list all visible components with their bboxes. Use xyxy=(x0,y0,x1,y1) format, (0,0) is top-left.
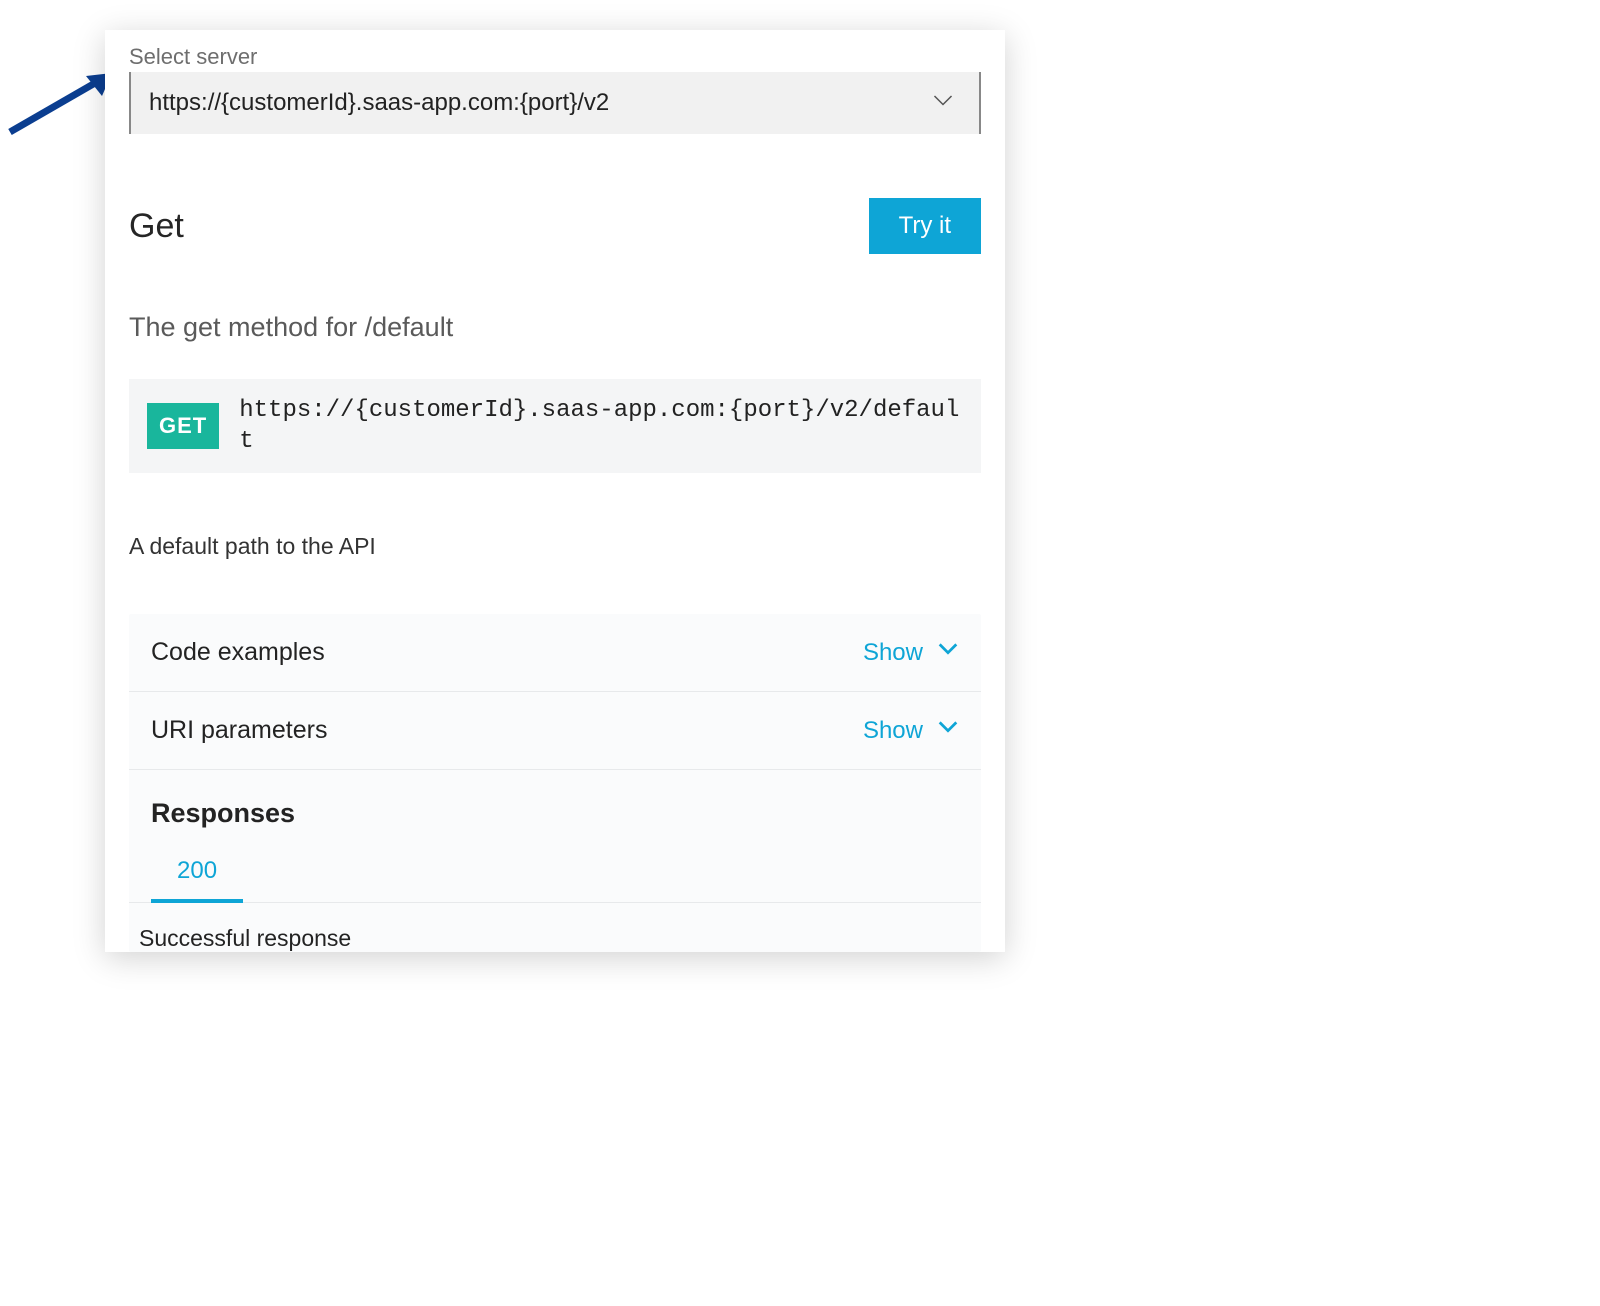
show-label: Show xyxy=(863,717,923,745)
responses-heading: Responses xyxy=(129,770,981,839)
chevron-down-icon xyxy=(937,638,959,667)
annotation-arrow-icon xyxy=(0,70,120,140)
server-select-label: Select server xyxy=(129,44,981,70)
chevron-down-icon xyxy=(937,716,959,745)
show-label: Show xyxy=(863,639,923,667)
server-select-value: https://{customerId}.saas-app.com:{port}… xyxy=(149,89,609,117)
accordion: Code examples Show URI parameters Show xyxy=(129,614,981,952)
code-examples-toggle: Show xyxy=(863,638,959,667)
uri-parameters-row[interactable]: URI parameters Show xyxy=(129,692,981,770)
operation-title: Get xyxy=(129,207,184,246)
chevron-down-icon xyxy=(931,89,955,118)
endpoint-box: GET https://{customerId}.saas-app.com:{p… xyxy=(129,379,981,473)
try-it-button[interactable]: Try it xyxy=(869,198,981,254)
uri-parameters-label: URI parameters xyxy=(151,716,327,745)
http-method-badge: GET xyxy=(147,403,219,449)
response-tab-200[interactable]: 200 xyxy=(151,857,243,903)
uri-parameters-toggle: Show xyxy=(863,716,959,745)
code-examples-row[interactable]: Code examples Show xyxy=(129,614,981,692)
api-method-panel: Select server https://{customerId}.saas-… xyxy=(105,30,1005,952)
server-select[interactable]: https://{customerId}.saas-app.com:{port}… xyxy=(129,72,981,134)
code-examples-label: Code examples xyxy=(151,638,325,667)
operation-description: A default path to the API xyxy=(129,533,981,560)
response-description: Successful response xyxy=(129,903,981,952)
response-tabs: 200 xyxy=(129,857,981,903)
endpoint-url: https://{customerId}.saas-app.com:{port}… xyxy=(239,395,963,457)
operation-subtitle: The get method for /default xyxy=(129,312,981,343)
